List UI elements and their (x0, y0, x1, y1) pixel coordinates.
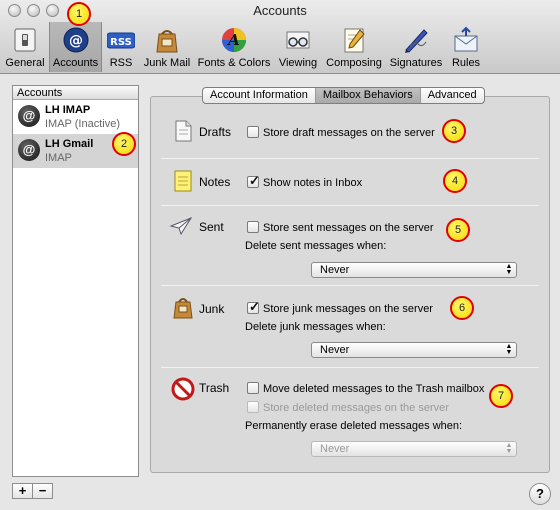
svg-text:RSS: RSS (110, 37, 132, 48)
delete-sent-label: Delete sent messages when: (245, 240, 387, 252)
store-sent-label: Store sent messages on the server (263, 222, 434, 234)
callout-badge: 7 (489, 384, 513, 408)
toolbar-signatures-label: Signatures (389, 57, 443, 69)
svg-text:A: A (226, 31, 240, 49)
toolbar-junk-mail-label: Junk Mail (143, 57, 191, 69)
toolbar-rss[interactable]: RSS RSS (104, 22, 138, 72)
show-notes-checkbox[interactable] (247, 173, 260, 189)
erase-deleted-label: Permanently erase deleted messages when: (245, 420, 463, 432)
toolbar-composing-label: Composing (326, 57, 382, 69)
callout-badge: 2 (112, 132, 136, 156)
toolbar-rules-label: Rules (451, 57, 481, 69)
preferences-toolbar: General @ Accounts RSS RSS Junk Mail A F… (0, 22, 560, 72)
callout-badge: 6 (450, 296, 474, 320)
show-notes-checkbox-row[interactable]: Show notes in Inbox (247, 173, 363, 189)
store-deleted-label: Store deleted messages on the server (263, 402, 449, 414)
divider (161, 285, 539, 286)
tab-account-information[interactable]: Account Information (203, 88, 316, 103)
store-drafts-checkbox[interactable] (247, 126, 259, 138)
store-drafts-label: Store draft messages on the server (263, 127, 435, 139)
rss-icon: RSS (107, 32, 135, 49)
store-sent-checkbox[interactable] (247, 221, 259, 233)
toolbar-composing[interactable]: Composing (324, 22, 384, 72)
svg-text:@: @ (69, 33, 83, 49)
callout-badge: 3 (442, 119, 466, 143)
toolbar-signatures[interactable]: Signatures (386, 22, 446, 72)
pen-signature-icon (405, 29, 428, 53)
divider (161, 158, 539, 159)
up-down-arrows-icon: ▲ ▼ (505, 442, 513, 455)
tab-advanced[interactable]: Advanced (421, 88, 484, 103)
glasses-icon (286, 31, 310, 49)
paper-plane-icon (169, 216, 193, 236)
move-to-trash-label: Move deleted messages to the Trash mailb… (263, 383, 485, 395)
erase-deleted-value: Never (320, 443, 350, 455)
callout-badge: 4 (443, 169, 467, 193)
toolbar-rules[interactable]: Rules (448, 22, 484, 72)
up-down-arrows-icon: ▲ ▼ (505, 343, 513, 356)
add-account-button[interactable]: + (12, 483, 33, 499)
store-sent-checkbox-row[interactable]: Store sent messages on the server (247, 221, 434, 234)
mailbox-behaviors-panel: Drafts Store draft messages on the serve… (150, 96, 550, 473)
drafts-title: Drafts (199, 125, 232, 139)
toolbar-general-label: General (5, 57, 45, 69)
remove-account-button[interactable]: − (32, 483, 53, 499)
show-notes-label: Show notes in Inbox (263, 177, 363, 189)
accounts-list-header: Accounts (13, 86, 138, 100)
toolbar-fonts-colors[interactable]: A Fonts & Colors (196, 22, 272, 72)
account-type: IMAP (45, 152, 72, 164)
at-sign-icon: @ (63, 27, 88, 53)
toolbar-accounts-label: Accounts (52, 57, 99, 69)
junk-bag-icon (173, 298, 193, 319)
store-drafts-checkbox-row[interactable]: Store draft messages on the server (247, 126, 435, 139)
toolbar-general[interactable]: General (3, 22, 47, 72)
account-name: LH Gmail (45, 138, 94, 150)
rules-envelope-icon (454, 26, 478, 52)
trash-title: Trash (199, 381, 230, 395)
toolbar-fonts-colors-label: Fonts & Colors (197, 57, 271, 69)
account-row-lh-imap[interactable]: @ LH IMAP IMAP (Inactive) (13, 100, 138, 134)
callout-badge: 5 (446, 218, 470, 242)
tab-mailbox-behaviors[interactable]: Mailbox Behaviors (315, 88, 421, 103)
up-down-arrows-icon: ▲ ▼ (505, 263, 513, 276)
toolbar-viewing[interactable]: Viewing (274, 22, 322, 72)
toolbar-junk-mail[interactable]: Junk Mail (140, 22, 194, 72)
settings-tabs: Account Information Mailbox Behaviors Ad… (202, 87, 485, 104)
account-name: LH IMAP (45, 104, 91, 116)
pencil-paper-icon (344, 28, 365, 53)
toolbar-rss-label: RSS (109, 57, 133, 69)
toolbar-accounts[interactable]: @ Accounts (49, 22, 102, 72)
delete-junk-select[interactable]: Never ▲ ▼ (311, 342, 517, 358)
junk-title: Junk (199, 302, 225, 316)
delete-junk-value: Never (320, 344, 350, 356)
callout-badge: 1 (67, 2, 91, 26)
divider (161, 367, 539, 368)
erase-deleted-select[interactable]: Never ▲ ▼ (311, 441, 517, 457)
store-junk-label: Store junk messages on the server (263, 303, 433, 315)
account-add-remove-group: + − (12, 483, 54, 499)
delete-junk-label: Delete junk messages when: (245, 321, 386, 333)
general-switch-icon (14, 28, 36, 52)
store-junk-checkbox-row[interactable]: Store junk messages on the server (247, 299, 433, 315)
move-to-trash-checkbox-row[interactable]: Move deleted messages to the Trash mailb… (247, 382, 484, 395)
sent-title: Sent (199, 220, 224, 234)
notes-notepad-icon (174, 170, 192, 192)
delete-sent-value: Never (320, 264, 350, 276)
account-type: IMAP (Inactive) (45, 118, 120, 130)
drafts-document-icon (175, 120, 192, 142)
delete-sent-select[interactable]: Never ▲ ▼ (311, 262, 517, 278)
color-font-icon: A (222, 28, 246, 52)
divider (161, 205, 539, 206)
store-deleted-checkbox[interactable] (247, 401, 259, 413)
move-to-trash-checkbox[interactable] (247, 382, 259, 394)
help-button[interactable]: ? (529, 483, 551, 505)
no-entry-trash-icon (171, 377, 195, 401)
account-at-icon: @ (18, 105, 40, 127)
store-deleted-checkbox-row[interactable]: Store deleted messages on the server (247, 401, 449, 414)
store-junk-checkbox[interactable] (247, 299, 260, 315)
junk-mail-bag-icon (156, 30, 178, 53)
notes-title: Notes (199, 175, 231, 189)
toolbar-viewing-label: Viewing (278, 57, 318, 69)
account-at-icon: @ (18, 139, 40, 161)
